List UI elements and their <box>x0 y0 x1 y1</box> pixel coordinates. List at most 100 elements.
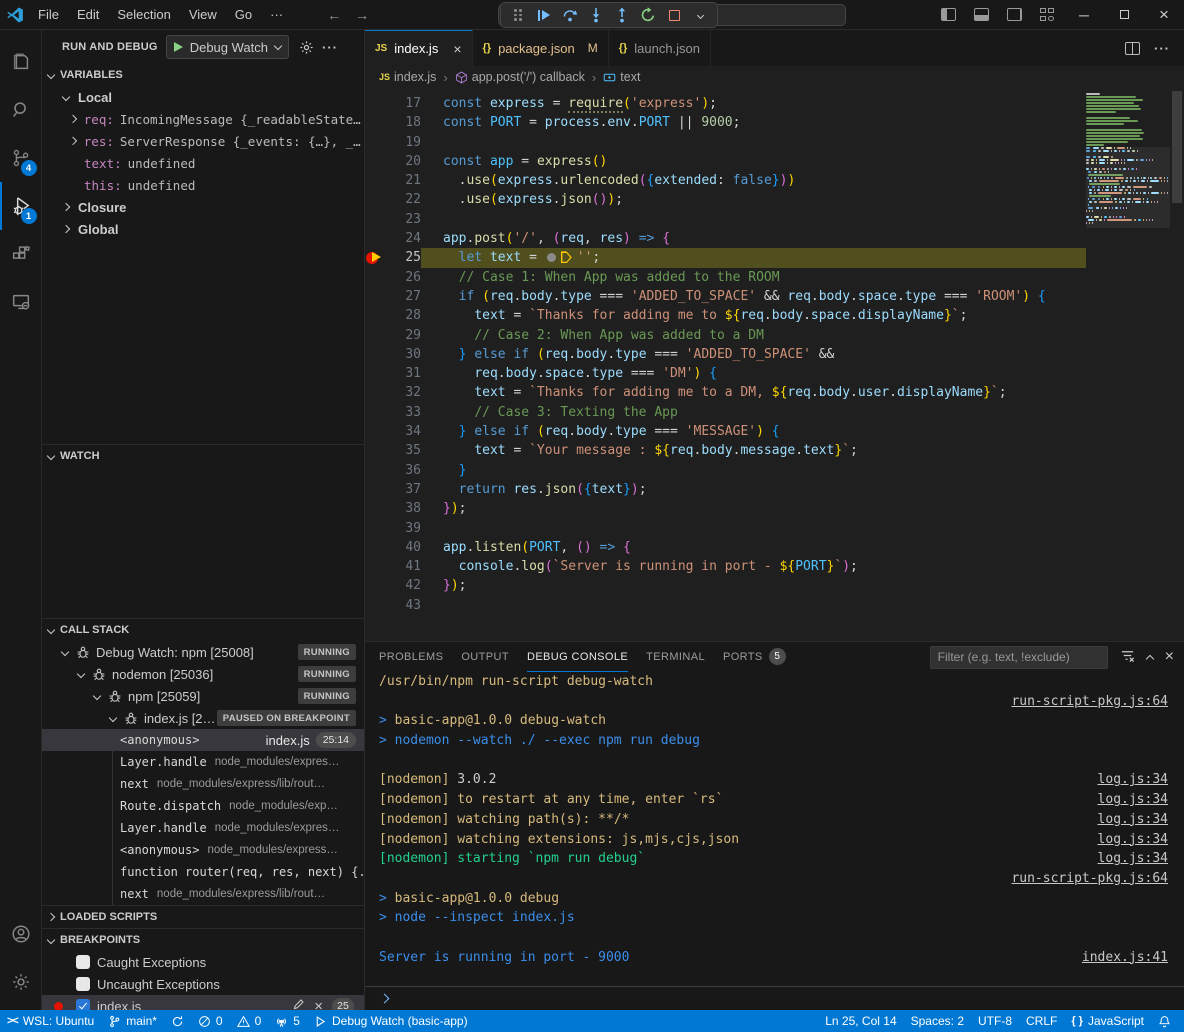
start-debug-icon[interactable] <box>174 42 183 52</box>
status-item-spaces-2[interactable]: Spaces: 2 <box>904 1010 971 1032</box>
variable-row-this[interactable]: this:undefined <box>42 174 364 196</box>
call-stack-session[interactable]: npm [25059]RUNNING <box>42 685 364 707</box>
dropdown-icon[interactable] <box>689 4 711 26</box>
split-editor-icon[interactable] <box>1125 42 1140 55</box>
status-item-tower[interactable]: 5 <box>268 1010 307 1032</box>
toggle-sidebar-icon[interactable] <box>941 8 956 21</box>
menu-item-moremoremore[interactable]: ··· <box>262 4 291 25</box>
stack-frame[interactable]: Layer.handlenode_modules/expres… <box>42 751 364 773</box>
toggle-panel-icon[interactable] <box>974 8 989 21</box>
editor-more-actions-icon[interactable]: ··· <box>1154 41 1170 56</box>
breakpoint-checkbox[interactable] <box>76 977 90 991</box>
remove-breakpoint-icon[interactable]: × <box>314 998 323 1011</box>
stack-frame[interactable]: <anonymous>node_modules/express… <box>42 839 364 861</box>
stack-frame[interactable]: nextnode_modules/express/lib/rout… <box>42 883 364 905</box>
source-link[interactable]: log.js:34 <box>1098 790 1184 810</box>
customize-layout-icon[interactable] <box>1040 8 1055 21</box>
call-stack-session[interactable]: nodemon [25036]RUNNING <box>42 663 364 685</box>
edit-breakpoint-icon[interactable] <box>292 998 305 1010</box>
source-link[interactable]: run-script-pkg.js:64 <box>1011 692 1184 712</box>
menu-item-selection[interactable]: Selection <box>109 4 178 25</box>
activity-item-accounts[interactable] <box>0 910 42 958</box>
close-panel-icon[interactable]: × <box>1165 648 1174 666</box>
stack-frame[interactable]: nextnode_modules/express/lib/rout… <box>42 773 364 795</box>
editor-scrollbar[interactable] <box>1170 88 1184 641</box>
call-stack-section-header[interactable]: CALL STACK <box>42 619 364 641</box>
variable-scope-closure[interactable]: Closure <box>42 196 364 218</box>
debug-settings-gear-icon[interactable] <box>299 40 314 55</box>
source-link[interactable]: run-script-pkg.js:64 <box>1011 869 1184 889</box>
activity-item-source-control[interactable]: 4 <box>0 134 42 182</box>
status-item-warn[interactable]: 0 <box>230 1010 269 1032</box>
breadcrumb-item[interactable]: app.post('/') callback <box>455 70 585 84</box>
stack-frame[interactable]: Layer.handlenode_modules/expres… <box>42 817 364 839</box>
debug-console-output[interactable]: /usr/bin/npm run-script debug-watchrun-s… <box>365 672 1184 986</box>
status-item-crlf[interactable]: CRLF <box>1019 1010 1064 1032</box>
variables-section-header[interactable]: VARIABLES <box>42 64 364 86</box>
variable-row-req[interactable]: req:IncomingMessage {_readableState: … <box>42 108 364 130</box>
watch-section-header[interactable]: WATCH <box>42 445 364 467</box>
panel-tab-terminal[interactable]: TERMINAL <box>646 642 705 672</box>
breakpoint-checkbox[interactable] <box>76 999 90 1010</box>
debug-console-filter-input[interactable] <box>930 646 1108 669</box>
menu-item-file[interactable]: File <box>30 4 67 25</box>
status-item-error[interactable]: 0 <box>191 1010 230 1032</box>
status-item-sync[interactable] <box>164 1010 191 1032</box>
stack-frame[interactable]: function router(req, res, next) {.pr <box>42 861 364 883</box>
maximize-panel-icon[interactable] <box>1145 655 1153 663</box>
breakpoints-section-header[interactable]: BREAKPOINTS <box>42 929 364 951</box>
panel-tab-debug-console[interactable]: DEBUG CONSOLE <box>527 642 628 672</box>
menu-item-view[interactable]: View <box>181 4 225 25</box>
variable-scope-local[interactable]: Local <box>42 86 364 108</box>
activity-item-extensions[interactable] <box>0 230 42 278</box>
breakpoint-checkbox[interactable] <box>76 955 90 969</box>
panel-tab-problems[interactable]: PROBLEMS <box>379 642 443 672</box>
menu-item-go[interactable]: Go <box>227 4 260 25</box>
source-link[interactable]: log.js:34 <box>1098 770 1184 790</box>
nav-forward-icon[interactable]: → <box>355 7 369 23</box>
source-link[interactable]: log.js:34 <box>1098 810 1184 830</box>
panel-tab-output[interactable]: OUTPUT <box>461 642 509 672</box>
breadcrumb-item[interactable]: text <box>603 70 640 84</box>
tab-package-json[interactable]: {}package.jsonM <box>473 30 609 66</box>
activity-item-settings[interactable] <box>0 958 42 1006</box>
source-link[interactable]: log.js:34 <box>1098 830 1184 850</box>
status-item-utf-8[interactable]: UTF-8 <box>971 1010 1019 1032</box>
call-stack-session[interactable]: Debug Watch: npm [25008]RUNNING <box>42 641 364 663</box>
stack-frame[interactable]: <anonymous>index.js25:14 <box>42 729 364 751</box>
source-link[interactable]: log.js:34 <box>1098 849 1184 869</box>
status-item-dstart[interactable]: Debug Watch (basic-app) <box>307 1010 475 1032</box>
code-editor[interactable]: 17const express = require('express');18c… <box>365 88 1184 641</box>
activity-item-explorer[interactable] <box>0 38 42 86</box>
minimap[interactable] <box>1086 88 1170 641</box>
close-button[interactable]: × <box>1144 0 1184 30</box>
variable-row-res[interactable]: res:ServerResponse {_events: {…}, _ev… <box>42 130 364 152</box>
activity-item-remote-explorer[interactable] <box>0 278 42 326</box>
activity-item-run-and-debug[interactable]: 1 <box>0 182 42 230</box>
step-into-icon[interactable] <box>585 4 607 26</box>
stop-icon[interactable] <box>663 4 685 26</box>
status-item-braces[interactable]: { }JavaScript <box>1064 1010 1151 1032</box>
panel-tab-ports[interactable]: PORTS5 <box>723 642 786 672</box>
maximize-button[interactable] <box>1104 0 1144 30</box>
continue-icon[interactable] <box>533 4 555 26</box>
close-tab-icon[interactable]: × <box>453 41 461 57</box>
restart-icon[interactable] <box>637 4 659 26</box>
minimize-button[interactable]: ─ <box>1064 0 1104 30</box>
nav-back-icon[interactable]: ← <box>327 7 341 23</box>
step-out-icon[interactable] <box>611 4 633 26</box>
menu-item-edit[interactable]: Edit <box>69 4 107 25</box>
source-link[interactable]: index.js:41 <box>1082 948 1184 968</box>
breakpoint-item-caught-exceptions[interactable]: Caught Exceptions <box>42 951 364 973</box>
variable-scope-global[interactable]: Global <box>42 218 364 240</box>
status-item-branch[interactable]: main* <box>101 1010 164 1032</box>
status-item-bell[interactable] <box>1151 1010 1178 1032</box>
filter-icon[interactable] <box>1120 648 1135 666</box>
debug-config-dropdown[interactable]: Debug Watch <box>166 35 289 59</box>
call-stack-session[interactable]: index.js [25083]PAUSED ON BREAKPOINT <box>42 707 364 729</box>
step-over-icon[interactable] <box>559 4 581 26</box>
tab-index-js[interactable]: JSindex.js× <box>365 30 473 66</box>
toggle-secondary-sidebar-icon[interactable] <box>1007 8 1022 21</box>
status-item-ln-25-col-14[interactable]: Ln 25, Col 14 <box>818 1010 903 1032</box>
breakpoint-item-index.js[interactable]: index.js×25 <box>42 995 364 1010</box>
